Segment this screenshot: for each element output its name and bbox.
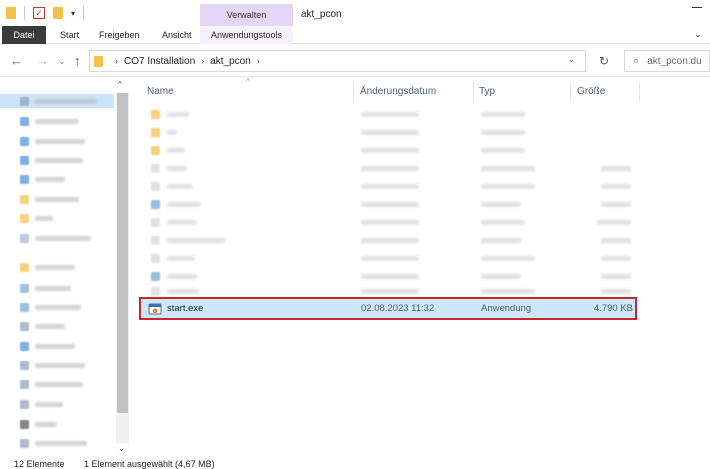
nav-item[interactable] [0,260,114,274]
nav-item[interactable] [0,436,114,450]
column-divider[interactable] [639,82,640,102]
list-item[interactable] [139,145,639,157]
address-bar[interactable]: › CO7 Installation › akt_pcon › [89,50,586,72]
column-divider[interactable] [570,82,571,102]
chevron-down-icon[interactable]: ⌄ [568,55,575,64]
minimize-icon[interactable] [692,7,702,8]
selection-info: 1 Element ausgewählt (4,67 MB) [84,459,215,469]
column-divider[interactable] [473,82,474,102]
chevron-down-icon[interactable]: ⌄ [118,444,125,453]
nav-item[interactable] [0,281,114,295]
nav-item[interactable] [0,397,114,411]
navigation-pane[interactable]: ^ ⌄ [0,78,130,457]
tab-app-tools[interactable]: Anwendungstools [200,26,293,44]
list-item[interactable] [139,217,639,229]
nav-item[interactable] [0,358,114,372]
ribbon-tabs: Datei Start Freigeben Ansicht Anwendungs… [0,26,710,44]
nav-item[interactable] [0,377,114,391]
list-item[interactable] [139,235,639,247]
context-group-label: Verwalten [200,4,293,26]
window-title: akt_pcon [301,9,342,20]
file-size: 4.790 KB [593,303,633,314]
nav-item[interactable] [0,319,114,333]
list-item[interactable] [139,271,639,283]
nav-item[interactable] [0,339,114,353]
list-item[interactable] [139,109,639,121]
toolbar-divider [24,6,25,20]
column-header-date[interactable]: Änderungsdatum [360,82,436,102]
new-folder-icon[interactable] [53,7,63,19]
nav-item[interactable] [0,211,114,225]
nav-item[interactable] [0,417,114,431]
chevron-right-icon[interactable]: › [257,56,260,66]
recent-locations-icon[interactable]: ⌄ [58,56,66,67]
refresh-icon[interactable]: ↻ [594,50,614,72]
nav-item[interactable] [0,172,114,186]
list-item[interactable] [139,253,639,265]
nav-item[interactable] [0,231,114,245]
nav-item[interactable] [0,94,114,108]
chevron-right-icon[interactable]: › [201,56,204,66]
exe-icon [148,303,162,315]
nav-item[interactable] [0,300,114,314]
scrollbar-thumb[interactable] [117,93,128,413]
tab-file[interactable]: Datei [2,26,46,44]
toolbar-divider [83,6,85,20]
tab-view[interactable]: Ansicht [152,26,202,44]
column-divider[interactable] [353,82,354,102]
tab-share[interactable]: Freigeben [89,26,150,44]
item-count: 12 Elemente [14,459,65,469]
breadcrumb-akt-pcon[interactable]: akt_pcon [210,56,251,67]
navigation-bar: ← → ⌄ ↑ › CO7 Installation › akt_pcon › … [0,45,710,77]
quick-access-toolbar: ✓ ▾ [6,6,85,20]
file-date: 02.08.2023 11:32 [361,303,435,314]
breadcrumb-co7-installation[interactable]: CO7 Installation [124,56,195,67]
search-icon: ⌕ [633,54,640,67]
column-header-name[interactable]: Name [147,82,174,102]
nav-item[interactable] [0,153,114,167]
folder-icon [94,55,103,67]
column-header-type[interactable]: Typ [479,82,495,102]
arrow-right-icon[interactable]: → [36,53,49,68]
file-type: Anwendung [481,303,532,314]
column-header-size[interactable]: Größe [577,82,605,102]
expand-ribbon-icon[interactable]: ⌄ [694,29,702,40]
status-bar: 12 Elemente 1 Element ausgewählt (4,67 M… [0,457,710,469]
customize-toolbar-icon[interactable]: ▾ [71,9,75,18]
list-item[interactable] [139,199,639,211]
list-item[interactable] [139,163,639,175]
nav-item[interactable] [0,192,114,206]
list-item[interactable] [139,181,639,193]
nav-item[interactable] [0,114,114,128]
nav-item[interactable] [0,134,114,148]
table-row-selected[interactable]: start.exe 02.08.2023 11:32 Anwendung 4.7… [139,297,637,320]
arrow-left-icon[interactable]: ← [10,53,23,68]
list-item[interactable] [139,127,639,139]
search-input[interactable]: ⌕ akt_pcon.du [624,50,710,72]
sort-indicator-icon: ^ [246,77,250,86]
tab-start[interactable]: Start [50,26,89,44]
chevron-right-icon[interactable]: › [115,56,118,66]
file-list[interactable]: ^ Name Änderungsdatum Typ Größe start.ex… [131,77,710,457]
search-placeholder: akt_pcon.du [647,55,702,67]
folder-icon [6,7,16,19]
arrow-up-icon[interactable]: ↑ [74,53,81,68]
file-name[interactable]: start.exe [167,299,203,318]
chevron-up-icon[interactable]: ^ [118,80,122,89]
title-bar: ✓ ▾ Verwalten akt_pcon [0,0,710,26]
properties-icon[interactable]: ✓ [33,7,45,19]
